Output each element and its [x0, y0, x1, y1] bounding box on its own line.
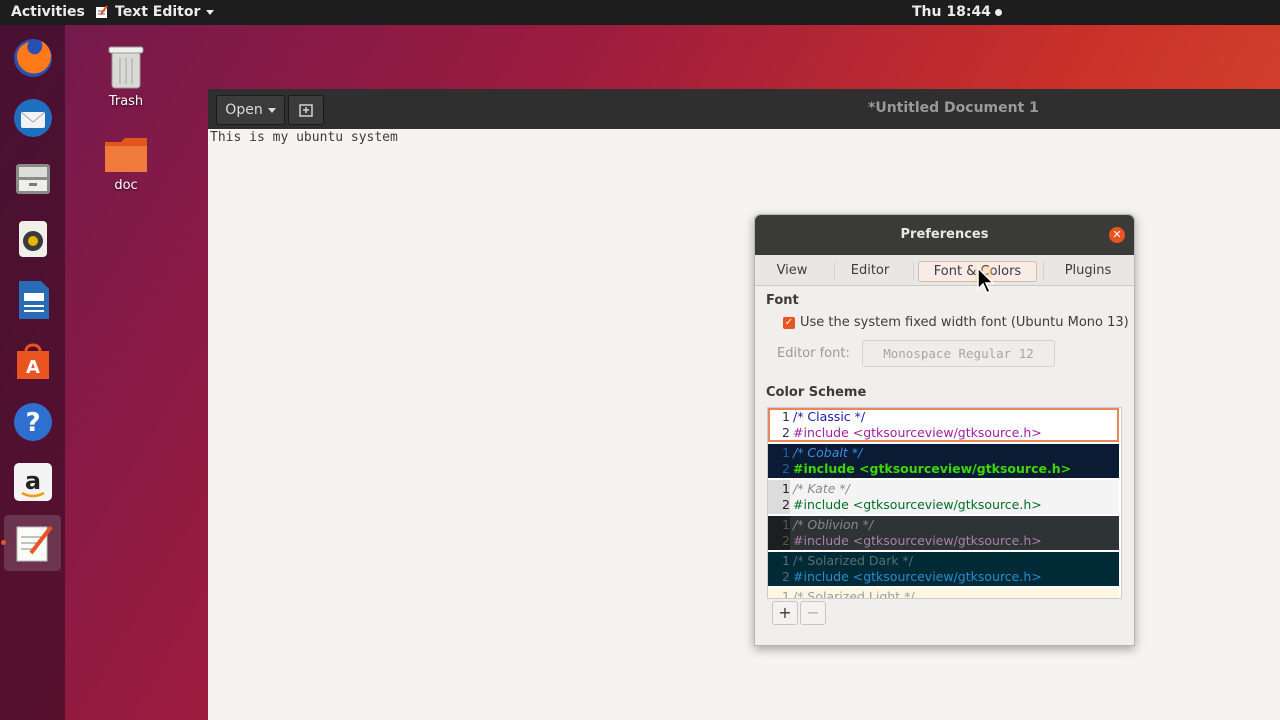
- rhythmbox-icon: [18, 221, 47, 257]
- notification-dot-icon: [994, 8, 1002, 16]
- scheme-solarized-light[interactable]: 1 /* Solarized Light */: [768, 588, 1119, 599]
- new-document-button[interactable]: [288, 95, 324, 125]
- clock[interactable]: Thu 18:44: [912, 4, 1002, 20]
- line-number: 1: [782, 445, 790, 460]
- header-bar: Open *Untitled Document 1: [208, 89, 1280, 129]
- text-editor-small-icon: [96, 5, 108, 18]
- thunderbird-icon: [13, 99, 52, 137]
- dock-item-firefox[interactable]: [4, 30, 61, 86]
- line-number: 2: [782, 533, 790, 548]
- svg-text:?: ?: [25, 408, 40, 438]
- desktop-trash[interactable]: Trash: [81, 44, 171, 109]
- window-title: *Untitled Document 1: [868, 100, 1039, 116]
- scheme-include: #include <gtksourceview/gtksource.h>: [793, 425, 1042, 440]
- writer-icon: [18, 281, 49, 319]
- line-number: 1: [782, 589, 790, 599]
- add-scheme-button[interactable]: +: [772, 601, 798, 625]
- dialog-title: Preferences: [900, 227, 989, 242]
- svg-text:a: a: [24, 467, 40, 495]
- scheme-oblivion[interactable]: 1 2 /* Oblivion */ #include <gtksourcevi…: [768, 516, 1119, 550]
- dialog-titlebar: Preferences ✕: [755, 215, 1134, 255]
- clock-label: Thu 18:44: [912, 4, 991, 20]
- chevron-down-icon: [206, 9, 215, 15]
- desktop-folder-label: doc: [114, 178, 138, 193]
- scheme-comment: /* Classic */: [793, 409, 866, 424]
- mouse-cursor-icon: [975, 267, 995, 295]
- svg-text:A: A: [26, 357, 40, 378]
- scheme-comment: /* Oblivion */: [793, 517, 874, 532]
- scheme-kate[interactable]: 1 2 /* Kate */ #include <gtksourceview/g…: [768, 480, 1119, 514]
- folder-icon: [105, 138, 147, 172]
- line-number: 1: [782, 481, 790, 496]
- desktop-folder-doc[interactable]: doc: [81, 136, 171, 193]
- dock-item-writer[interactable]: [4, 272, 61, 328]
- dock-item-amazon[interactable]: a: [4, 454, 61, 510]
- tab-bar: View Editor Font & Colors Plugins: [755, 255, 1134, 286]
- remove-scheme-button[interactable]: −: [800, 601, 826, 625]
- line-number: 2: [782, 569, 790, 584]
- firefox-icon: [13, 39, 52, 77]
- scheme-include: #include <gtksourceview/gtksource.h>: [793, 461, 1072, 476]
- top-bar: Activities Text Editor Thu 18:44: [0, 0, 1280, 25]
- amazon-icon: a: [13, 463, 52, 501]
- dock-item-text-editor[interactable]: [1, 515, 61, 571]
- app-menu[interactable]: Text Editor: [95, 4, 215, 20]
- scheme-include: #include <gtksourceview/gtksource.h>: [793, 497, 1042, 512]
- system-font-checkbox-label[interactable]: Use the system fixed width font (Ubuntu …: [800, 315, 1129, 330]
- document-text-area[interactable]: This is my ubuntu system: [210, 130, 398, 145]
- dock-item-thunderbird[interactable]: [4, 90, 61, 146]
- open-button-label: Open: [225, 102, 263, 118]
- line-number: 1: [782, 553, 790, 568]
- scheme-comment: /* Cobalt */: [793, 445, 863, 460]
- line-number: 1: [782, 517, 790, 532]
- scheme-cobalt[interactable]: 1 2 /* Cobalt */ #include <gtksourceview…: [768, 444, 1119, 478]
- scheme-comment: /* Solarized Dark */: [793, 553, 914, 568]
- system-font-checkbox[interactable]: ✓: [783, 317, 795, 329]
- dock-item-rhythmbox[interactable]: [4, 211, 61, 267]
- close-icon[interactable]: ✕: [1109, 227, 1125, 243]
- app-menu-label: Text Editor: [115, 4, 201, 20]
- tab-view[interactable]: View: [766, 261, 818, 280]
- color-scheme-list[interactable]: 1 2 /* Classic */ #include <gtksourcevie…: [767, 407, 1122, 599]
- tab-editor[interactable]: Editor: [838, 261, 902, 280]
- dock-item-help[interactable]: ?: [4, 394, 61, 450]
- running-indicator: [1, 540, 6, 545]
- font-section-title: Font: [766, 293, 799, 308]
- scheme-classic[interactable]: 1 2 /* Classic */ #include <gtksourcevie…: [768, 408, 1119, 442]
- dock-item-files[interactable]: [4, 150, 61, 206]
- dock-item-software[interactable]: A: [4, 333, 61, 389]
- open-button[interactable]: Open: [216, 95, 285, 125]
- line-number: 2: [782, 461, 790, 476]
- editor-font-button[interactable]: Monospace Regular 12: [862, 340, 1055, 367]
- help-icon: ?: [13, 403, 52, 441]
- scheme-solarized-dark[interactable]: 1 2 /* Solarized Dark */ #include <gtkso…: [768, 552, 1119, 586]
- tab-separator: [834, 262, 835, 280]
- desktop-trash-label: Trash: [108, 94, 144, 109]
- trash-icon: [108, 46, 144, 89]
- line-number: 2: [782, 425, 790, 440]
- scheme-include: #include <gtksourceview/gtksource.h>: [793, 569, 1042, 584]
- color-scheme-section-title: Color Scheme: [766, 385, 867, 400]
- chevron-down-icon: [267, 107, 276, 113]
- scheme-comment: /* Solarized Light */: [793, 589, 915, 599]
- text-editor-icon: [16, 525, 53, 562]
- dock: A ? a: [0, 25, 65, 720]
- activities-button[interactable]: Activities: [11, 4, 85, 20]
- new-document-icon: [299, 104, 313, 117]
- preferences-dialog: Preferences ✕ View Editor Font & Colors …: [754, 214, 1135, 646]
- tab-plugins[interactable]: Plugins: [1055, 261, 1121, 280]
- tab-separator: [913, 262, 914, 280]
- scheme-comment: /* Kate */: [793, 481, 850, 496]
- scheme-include: #include <gtksourceview/gtksource.h>: [793, 533, 1042, 548]
- editor-font-label: Editor font:: [777, 346, 850, 361]
- tab-separator: [1043, 262, 1044, 280]
- line-number: 2: [782, 497, 790, 512]
- files-icon: [15, 164, 50, 194]
- line-number: 1: [782, 409, 790, 424]
- software-icon: A: [16, 343, 49, 379]
